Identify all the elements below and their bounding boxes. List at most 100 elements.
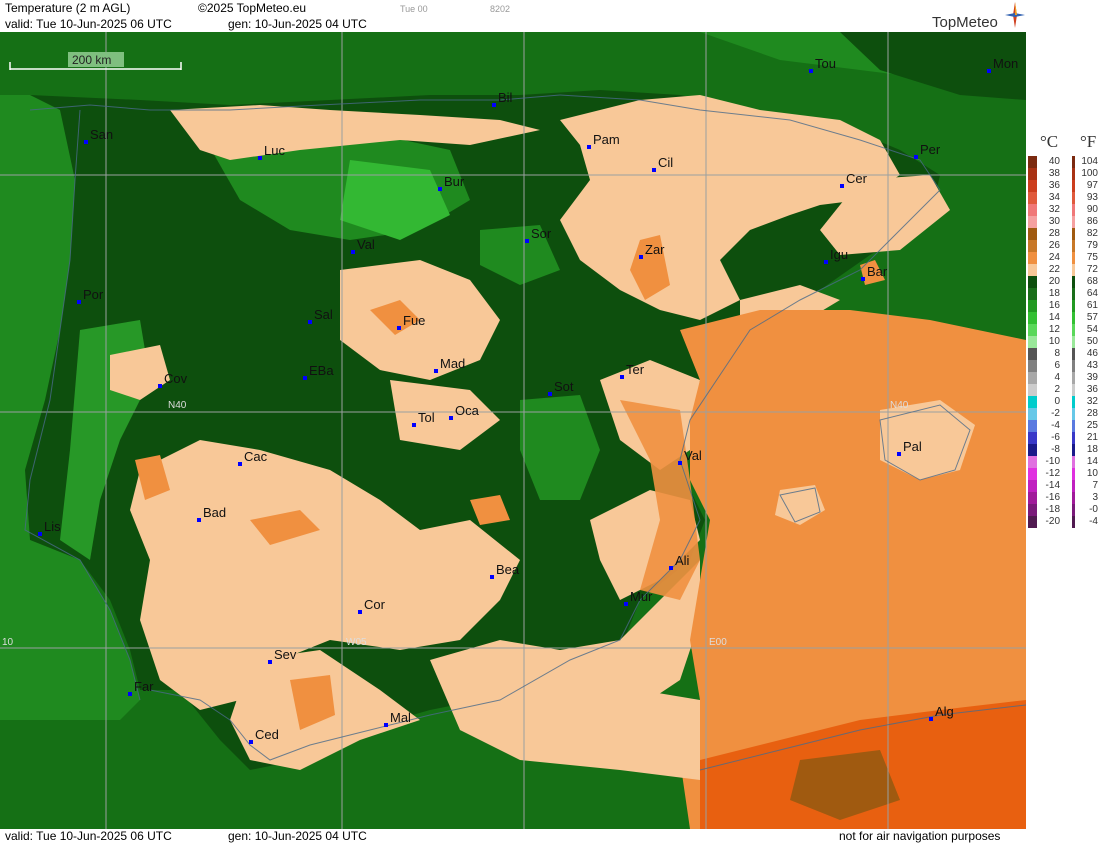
city-label: Val — [357, 237, 375, 252]
city-marker — [268, 660, 272, 664]
city-label: Bil — [498, 90, 513, 105]
legend-swatch-f — [1072, 468, 1075, 480]
legend-swatch-f — [1072, 252, 1075, 264]
city-marker — [490, 575, 494, 579]
legend-fahrenheit-label: 32 — [1087, 396, 1099, 407]
city-label: Mur — [630, 589, 653, 604]
city-marker — [492, 103, 496, 107]
legend-fahrenheit-label: 79 — [1087, 240, 1099, 251]
legend-swatch — [1028, 300, 1037, 312]
legend-celsius-label: 10 — [1049, 336, 1061, 347]
legend-swatch — [1028, 336, 1037, 348]
legend-celsius-label: -8 — [1051, 444, 1060, 455]
legend-swatch — [1028, 276, 1037, 288]
city-label: Lis — [44, 519, 61, 534]
city-label: Mon — [993, 56, 1018, 71]
legend-swatch-f — [1072, 156, 1075, 168]
grid-label-w05: W05 — [346, 637, 367, 648]
city-marker — [412, 423, 416, 427]
legend-swatch-f — [1072, 240, 1075, 252]
grid-label-n40-east: N40 — [890, 400, 909, 411]
legend-swatch — [1028, 264, 1037, 276]
legend-fahrenheit-label: -4 — [1089, 516, 1098, 527]
legend-swatch — [1028, 168, 1037, 180]
legend-fahrenheit-label: 28 — [1087, 408, 1099, 419]
legend-fahrenheit-label: 100 — [1081, 168, 1098, 179]
legend-swatch — [1028, 468, 1037, 480]
legend-fahrenheit-label: 18 — [1087, 444, 1099, 455]
legend-swatch — [1028, 288, 1037, 300]
legend-swatch-f — [1072, 396, 1075, 408]
city-marker — [620, 375, 624, 379]
city-label: Por — [83, 287, 104, 302]
legend-swatch-f — [1072, 216, 1075, 228]
run-tag: Tue 00 — [400, 4, 428, 14]
legend-swatch — [1028, 348, 1037, 360]
legend-swatch-f — [1072, 360, 1075, 372]
legend-swatch-f — [1072, 384, 1075, 396]
legend-swatch-f — [1072, 276, 1075, 288]
city-label: Fue — [403, 313, 425, 328]
footer-generation-time: gen: 10-Jun-2025 04 UTC — [228, 829, 367, 843]
city-label: Sal — [314, 307, 333, 322]
city-label: Per — [920, 142, 941, 157]
legend-swatch-f — [1072, 348, 1075, 360]
legend-celsius-label: -10 — [1046, 456, 1061, 467]
legend-fahrenheit-label: 14 — [1087, 456, 1099, 467]
valid-time: valid: Tue 10-Jun-2025 06 UTC — [5, 17, 172, 31]
legend-celsius-label: -16 — [1046, 492, 1061, 503]
legend-fahrenheit-label: 93 — [1087, 192, 1099, 203]
legend-swatch — [1028, 360, 1037, 372]
city-marker — [587, 145, 591, 149]
city-label: San — [90, 127, 113, 142]
legend-swatch — [1028, 456, 1037, 468]
city-label: Tol — [418, 410, 435, 425]
legend-swatch-f — [1072, 300, 1075, 312]
legend-swatch-f — [1072, 228, 1075, 240]
city-marker — [929, 717, 933, 721]
legend-celsius-label: 16 — [1049, 300, 1061, 311]
legend-celsius-label: 18 — [1049, 288, 1061, 299]
legend-swatch — [1028, 240, 1037, 252]
city-label: EBa — [309, 363, 334, 378]
legend-celsius-label: 4 — [1054, 372, 1060, 383]
city-label: Tou — [815, 56, 836, 71]
legend-celsius-label: -4 — [1051, 420, 1060, 431]
city-marker — [128, 692, 132, 696]
legend-swatch — [1028, 444, 1037, 456]
city-marker — [77, 300, 81, 304]
city-label: Sot — [554, 379, 574, 394]
legend-celsius-label: 22 — [1049, 264, 1061, 275]
temperature-map: N40 N40 W05 E00 10 200 km Tou Mon Bil San Pa… — [0, 32, 1026, 829]
legend-fahrenheit-label: 64 — [1087, 288, 1099, 299]
legend-celsius-label: -18 — [1046, 504, 1061, 515]
grid-label-n40-west: N40 — [168, 400, 187, 411]
legend-fahrenheit-label: 82 — [1087, 228, 1099, 239]
footer-valid-time: valid: Tue 10-Jun-2025 06 UTC — [5, 829, 172, 843]
city-marker — [249, 740, 253, 744]
city-label: Val — [684, 448, 702, 463]
legend-swatch-f — [1072, 180, 1075, 192]
legend-fahrenheit-label: 90 — [1087, 204, 1099, 215]
legend-swatch — [1028, 252, 1037, 264]
legend-swatch — [1028, 396, 1037, 408]
legend-swatch — [1028, 504, 1037, 516]
legend-celsius-label: 40 — [1049, 156, 1061, 167]
legend-celsius-label: 14 — [1049, 312, 1061, 323]
legend-celsius-label: 8 — [1054, 348, 1060, 359]
legend-swatch — [1028, 492, 1037, 504]
legend-swatch-f — [1072, 504, 1075, 516]
legend-swatch — [1028, 312, 1037, 324]
legend-fahrenheit-label: 57 — [1087, 312, 1099, 323]
city-label: Igu — [830, 247, 848, 262]
legend-swatch — [1028, 228, 1037, 240]
legend-swatch-f — [1072, 264, 1075, 276]
city-marker — [548, 392, 552, 396]
legend-celsius-label: 28 — [1049, 228, 1061, 239]
legend-swatch-f — [1072, 192, 1075, 204]
legend-swatch-f — [1072, 456, 1075, 468]
city-label: Sor — [531, 226, 552, 241]
city-marker — [351, 250, 355, 254]
legend-swatch-f — [1072, 516, 1075, 528]
city-marker — [987, 69, 991, 73]
